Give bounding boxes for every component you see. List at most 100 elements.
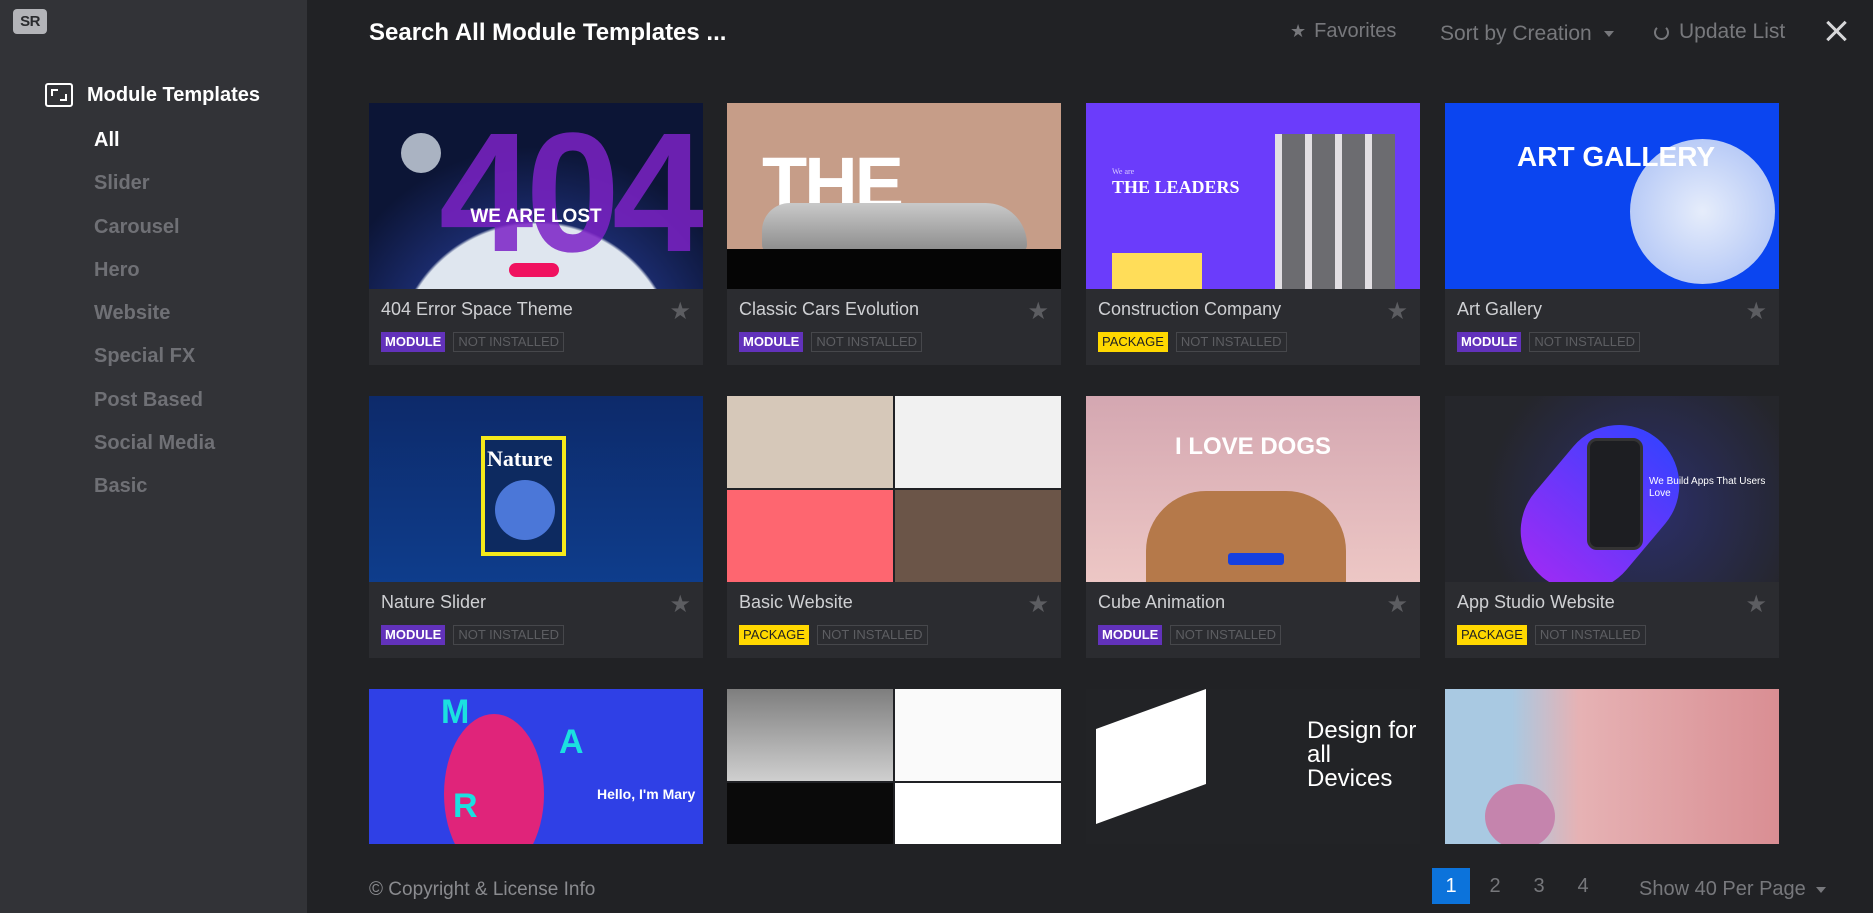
magazine-graphic: Nature <box>481 436 566 556</box>
category-social-media[interactable]: Social Media <box>94 427 215 470</box>
caret-down-icon <box>1815 886 1826 893</box>
status-badge: NOT INSTALLED <box>453 332 564 352</box>
template-card[interactable]: THE PAST Classic Cars Evolution ★ MODULE… <box>727 103 1061 365</box>
favorite-star-icon[interactable]: ★ <box>1027 297 1049 326</box>
category-slider[interactable]: Slider <box>94 167 215 210</box>
update-label: Update List <box>1679 20 1786 43</box>
thumb-text: ART GALLERY <box>1517 141 1716 172</box>
template-thumbnail[interactable]: Nature <box>369 396 703 582</box>
favorite-star-icon[interactable]: ★ <box>1745 297 1767 326</box>
category-post-based[interactable]: Post Based <box>94 384 215 427</box>
template-card[interactable]: HIGH END SKIN RETOUCH <box>1445 689 1779 844</box>
thumb-text: I LOVE DOGS <box>1174 433 1332 460</box>
template-thumbnail[interactable]: Design for all Devices <box>1086 689 1420 844</box>
favorite-star-icon[interactable]: ★ <box>669 297 691 326</box>
template-thumbnail[interactable]: 404 WE ARE LOST <box>369 103 703 289</box>
logo: SR <box>13 9 47 34</box>
template-card[interactable]: We Build Apps That Users Love App Studio… <box>1445 396 1779 658</box>
module-templates-header[interactable]: Module Templates <box>45 83 260 107</box>
category-special-fx[interactable]: Special FX <box>94 340 215 383</box>
page-1[interactable]: 1 <box>1432 868 1470 904</box>
template-title: Cube Animation <box>1098 592 1226 612</box>
sidebar: SR Module Templates All Slider Carousel … <box>0 0 307 913</box>
favorite-star-icon[interactable]: ★ <box>1027 590 1049 619</box>
module-templates-label: Module Templates <box>87 83 260 106</box>
per-page-label: Show 40 Per Page <box>1639 878 1806 900</box>
template-card[interactable]: Basic Website ★ PACKAGE NOT INSTALLED <box>727 396 1061 658</box>
page-2[interactable]: 2 <box>1476 868 1514 904</box>
template-thumbnail[interactable]: We Build Apps That Users Love <box>1445 396 1779 582</box>
phone-graphic <box>1587 438 1643 550</box>
template-title: Art Gallery <box>1457 299 1543 319</box>
favorite-star-icon[interactable]: ★ <box>1386 590 1408 619</box>
type-badge: MODULE <box>381 332 446 352</box>
type-badge: PACKAGE <box>1457 625 1527 645</box>
template-thumbnail[interactable]: We are THE LEADERS <box>1086 103 1420 289</box>
template-card[interactable]: We are THE LEADERS Construction Company … <box>1086 103 1420 365</box>
pagination: 1 2 3 4 <box>1432 868 1608 904</box>
thumb-text: WE ARE LOST <box>470 206 602 227</box>
star-icon: ★ <box>1290 21 1307 41</box>
category-carousel[interactable]: Carousel <box>94 211 215 254</box>
page-3[interactable]: 3 <box>1520 868 1558 904</box>
status-badge: NOT INSTALLED <box>1534 625 1646 645</box>
type-badge: MODULE <box>739 332 804 352</box>
moon-graphic <box>401 133 441 173</box>
template-title: Basic Website <box>739 592 853 612</box>
template-thumbnail[interactable]: HIGH END SKIN RETOUCH <box>1445 689 1779 844</box>
template-thumbnail[interactable]: I LOVE DOGS <box>1086 396 1420 582</box>
type-badge: PACKAGE <box>739 625 809 645</box>
caret-down-icon <box>1603 31 1614 37</box>
sort-dropdown[interactable]: Sort by Creation <box>1440 22 1614 46</box>
template-card[interactable]: M A R Hello, I'm Mary <box>369 689 703 844</box>
template-thumbnail[interactable]: M A R Hello, I'm Mary <box>369 689 703 844</box>
fullscreen-icon <box>45 83 73 107</box>
status-badge: NOT INSTALLED <box>453 625 564 645</box>
template-card[interactable] <box>727 689 1061 844</box>
close-icon[interactable] <box>1822 16 1852 46</box>
category-list: All Slider Carousel Hero Website Special… <box>94 124 215 514</box>
refresh-icon <box>1654 24 1669 40</box>
favorite-star-icon[interactable]: ★ <box>669 590 691 619</box>
template-card[interactable]: I LOVE DOGS Cube Animation ★ MODULE NOT … <box>1086 396 1420 658</box>
per-page-dropdown[interactable]: Show 40 Per Page <box>1639 878 1826 901</box>
template-card[interactable]: Nature Nature Slider ★ MODULE NOT INSTAL… <box>369 396 703 658</box>
status-badge: NOT INSTALLED <box>816 625 928 645</box>
template-card[interactable]: ART GALLERY Art Gallery ★ MODULE NOT INS… <box>1445 103 1779 365</box>
favorites-button[interactable]: ★ Favorites <box>1290 20 1396 43</box>
template-card[interactable]: 404 WE ARE LOST 404 Error Space Theme ★ … <box>369 103 703 365</box>
status-badge: NOT INSTALLED <box>1170 625 1281 645</box>
thumb-text: THE LEADERS <box>1112 177 1240 197</box>
template-card[interactable]: Design for all Devices <box>1086 689 1420 844</box>
template-thumbnail[interactable] <box>727 396 1061 582</box>
category-website[interactable]: Website <box>94 297 215 340</box>
status-badge: NOT INSTALLED <box>1529 332 1640 352</box>
template-grid: 404 WE ARE LOST 404 Error Space Theme ★ … <box>369 103 1779 844</box>
type-badge: MODULE <box>1457 332 1522 352</box>
template-title: 404 Error Space Theme <box>381 299 573 319</box>
category-all[interactable]: All <box>94 124 215 167</box>
search-input[interactable]: Search All Module Templates ... <box>369 19 726 47</box>
type-badge: MODULE <box>1098 625 1163 645</box>
template-thumbnail[interactable]: THE PAST <box>727 103 1061 289</box>
template-thumbnail[interactable]: ART GALLERY <box>1445 103 1779 289</box>
category-hero[interactable]: Hero <box>94 254 215 297</box>
status-badge: NOT INSTALLED <box>811 332 922 352</box>
category-basic[interactable]: Basic <box>94 470 215 513</box>
template-title: Construction Company <box>1098 299 1282 319</box>
type-badge: MODULE <box>381 625 446 645</box>
car-graphic <box>762 203 1027 253</box>
template-title: Classic Cars Evolution <box>739 299 920 319</box>
thumb-button <box>509 263 559 277</box>
favorite-star-icon[interactable]: ★ <box>1745 590 1767 619</box>
template-title: App Studio Website <box>1457 592 1615 612</box>
copyright-link[interactable]: © Copyright & License Info <box>369 879 595 901</box>
template-thumbnail[interactable] <box>727 689 1061 844</box>
favorite-star-icon[interactable]: ★ <box>1386 297 1408 326</box>
thumb-text: We Build Apps That Users Love <box>1649 476 1766 499</box>
thumb-big-text: 404 <box>439 103 703 288</box>
page-4[interactable]: 4 <box>1564 868 1602 904</box>
update-list-button[interactable]: Update List <box>1654 20 1785 44</box>
favorites-label: Favorites <box>1314 20 1397 42</box>
thumb-text: Design for all Devices <box>1307 717 1417 792</box>
